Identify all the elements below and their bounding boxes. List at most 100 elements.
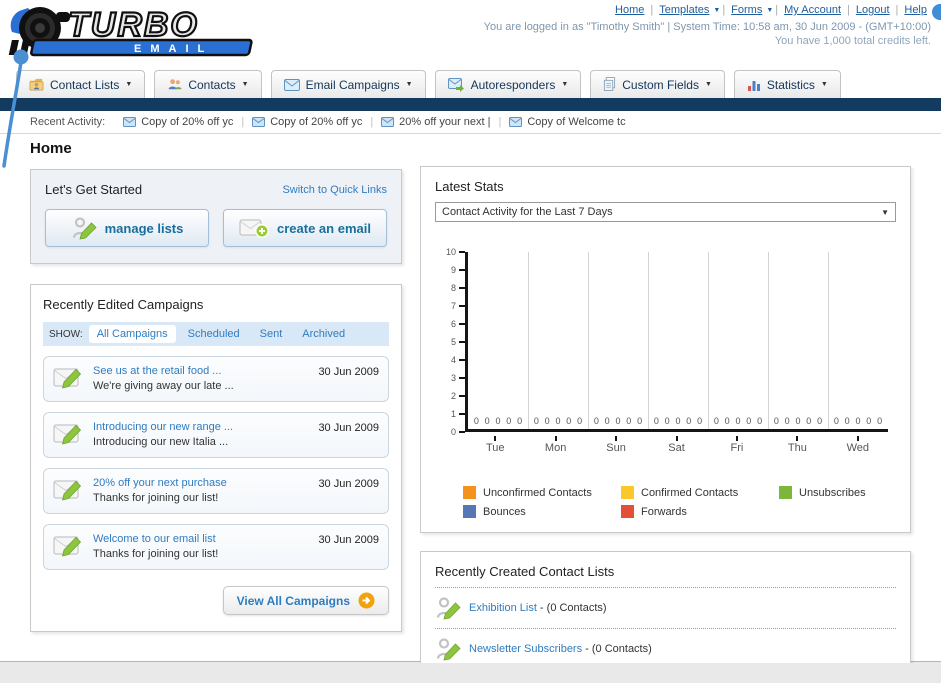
- tab-label: Autoresponders: [470, 77, 556, 92]
- tab-contacts[interactable]: Contacts ▼: [154, 70, 262, 98]
- recent-activity-item-label: Copy of Welcome tc: [527, 116, 626, 128]
- legend-label: Unsubscribes: [799, 486, 866, 499]
- email-campaigns-icon: [283, 78, 300, 91]
- tab-email-campaigns[interactable]: Email Campaigns ▼: [270, 70, 426, 98]
- chart-gridline: [768, 252, 769, 429]
- link-separator: |: [775, 4, 779, 16]
- top-link-logout[interactable]: Logout: [856, 4, 890, 16]
- envelope-pencil-icon: [53, 364, 84, 391]
- y-axis-tick: [459, 305, 465, 307]
- campaign-text: Introducing our new range ... Introducing…: [93, 420, 233, 450]
- chart-legend: Unconfirmed Contacts Confirmed Contacts Un…: [463, 486, 896, 518]
- campaign-row[interactable]: Welcome to our email list Thanks for join…: [43, 524, 389, 570]
- tab-autoresponders[interactable]: Autoresponders ▼: [434, 70, 582, 98]
- top-link-home[interactable]: Home: [615, 4, 644, 16]
- y-axis: 0 1 2 3 4 5 6 7 8 9 10: [435, 247, 465, 437]
- bar-value: 0: [517, 416, 523, 426]
- y-axis-tick: [459, 377, 465, 379]
- bar-value: 0: [806, 416, 812, 426]
- top-link-templates[interactable]: Templates: [659, 4, 709, 16]
- content-frame: TURBO EMAIL Home | Templates ▼ | Forms ▼ | My Ac…: [0, 0, 941, 683]
- y-axis-tick: [459, 359, 465, 361]
- tab-label: Contact Lists: [50, 77, 120, 92]
- turbo-email-logo[interactable]: TURBO EMAIL: [6, 2, 268, 67]
- y-axis-label: 3: [450, 373, 456, 383]
- x-axis-tick: [735, 436, 738, 441]
- campaign-title-link[interactable]: See us at the retail food ...: [93, 364, 234, 379]
- bar-value: 0: [784, 416, 790, 426]
- contact-list-name-link[interactable]: Exhibition List: [469, 602, 537, 614]
- y-axis-label: 6: [450, 319, 456, 329]
- page-footer: [0, 663, 941, 683]
- chart-plot-area: 00000000000000000000000000000000000: [465, 252, 888, 432]
- y-axis-tick: [459, 431, 465, 433]
- contact-list-count: - (0 Contacts): [582, 643, 652, 655]
- campaign-subtitle: We're giving away our late ...: [93, 380, 234, 392]
- filter-tab-scheduled[interactable]: Scheduled: [180, 325, 248, 343]
- y-axis-tick: [459, 413, 465, 415]
- tab-statistics[interactable]: Statistics ▼: [733, 70, 841, 98]
- switch-to-quick-links-link[interactable]: Switch to Quick Links: [282, 184, 387, 196]
- x-axis-label: Sat: [668, 442, 685, 454]
- legend-label: Unconfirmed Contacts: [483, 486, 592, 499]
- envelope-small-icon: [381, 117, 395, 127]
- recent-activity-item[interactable]: 20% off your next |: [381, 116, 491, 128]
- campaign-row[interactable]: Introducing our new range ... Introducing…: [43, 412, 389, 458]
- contact-list-text: Newsletter Subscribers - (0 Contacts): [469, 643, 652, 655]
- campaign-subtitle: Introducing our new Italia ...: [93, 436, 229, 448]
- campaign-title-link[interactable]: Welcome to our email list: [93, 532, 218, 547]
- legend-entry: Unsubscribes: [779, 486, 896, 499]
- contact-list-name-link[interactable]: Newsletter Subscribers: [469, 643, 582, 655]
- contact-list-count: - (0 Contacts): [536, 602, 607, 614]
- filter-tab-all-campaigns[interactable]: All Campaigns: [88, 325, 176, 343]
- y-axis-tick: [459, 287, 465, 289]
- filter-tab-sent[interactable]: Sent: [252, 325, 291, 343]
- legend-entry: Unconfirmed Contacts: [463, 486, 621, 499]
- bar-value: 0: [615, 416, 621, 426]
- bar-value: 0: [795, 416, 801, 426]
- show-label: SHOW:: [49, 328, 83, 340]
- main-nav-tabs: Contact Lists ▼ Contacts ▼ Email Campaigns ▼ A…: [0, 66, 941, 98]
- campaign-title-link[interactable]: Introducing our new range ...: [93, 420, 233, 435]
- help-bubble-icon[interactable]: [932, 4, 941, 20]
- stats-period-select[interactable]: Contact Activity for the Last 7 Days ▼: [435, 202, 896, 222]
- campaign-title-link[interactable]: 20% off your next purchase: [93, 476, 227, 491]
- bar-value-labels: 00000: [648, 416, 708, 426]
- campaign-row[interactable]: See us at the retail food ... We're givin…: [43, 356, 389, 402]
- tab-contact-lists[interactable]: Contact Lists ▼: [16, 70, 146, 98]
- arrow-right-icon: [358, 592, 375, 609]
- tab-custom-fields[interactable]: Custom Fields ▼: [590, 70, 725, 98]
- tab-label: Email Campaigns: [305, 77, 400, 92]
- campaign-subtitle: Thanks for joining our list!: [93, 492, 219, 504]
- create-an-email-button[interactable]: create an email: [223, 209, 387, 247]
- filter-tab-archived[interactable]: Archived: [294, 325, 353, 343]
- recent-activity-item[interactable]: Copy of 20% off yc: [123, 116, 233, 128]
- top-link-my-account[interactable]: My Account: [784, 4, 841, 16]
- view-all-campaigns-button[interactable]: View All Campaigns: [222, 586, 389, 615]
- person-pencil-icon: [435, 636, 461, 662]
- recent-activity-item[interactable]: Copy of 20% off yc: [252, 116, 362, 128]
- y-axis-tick: [459, 251, 465, 253]
- top-link-forms[interactable]: Forms: [731, 4, 762, 16]
- chart-gridline: [648, 252, 649, 429]
- manage-lists-button[interactable]: manage lists: [45, 209, 209, 247]
- bar-value: 0: [757, 416, 763, 426]
- envelope-pencil-icon: [53, 476, 84, 503]
- bar-value-labels: 00000: [468, 416, 528, 426]
- campaign-text: See us at the retail food ... We're givin…: [93, 364, 234, 394]
- custom-fields-icon: [603, 77, 616, 92]
- top-link-help[interactable]: Help: [904, 4, 927, 16]
- campaign-row[interactable]: 20% off your next purchase Thanks for joi…: [43, 468, 389, 514]
- logo-subtitle-text: EMAIL: [134, 43, 213, 55]
- chevron-down-icon: ▼: [241, 81, 249, 88]
- header-right: Home | Templates ▼ | Forms ▼ | My Account | Logout…: [484, 4, 931, 47]
- chevron-down-icon: ▼: [704, 81, 712, 88]
- bar-value: 0: [604, 416, 610, 426]
- bar-value-labels: 00000: [768, 416, 828, 426]
- bar-value-labels: 00000: [588, 416, 648, 426]
- bar-value: 0: [566, 416, 572, 426]
- y-axis-label: 8: [450, 283, 456, 293]
- contact-list-row[interactable]: Exhibition List - (0 Contacts): [435, 587, 896, 628]
- left-column: Home Let's Get Started Switch to Quick L…: [30, 140, 402, 632]
- recent-activity-item[interactable]: Copy of Welcome tc: [509, 116, 626, 128]
